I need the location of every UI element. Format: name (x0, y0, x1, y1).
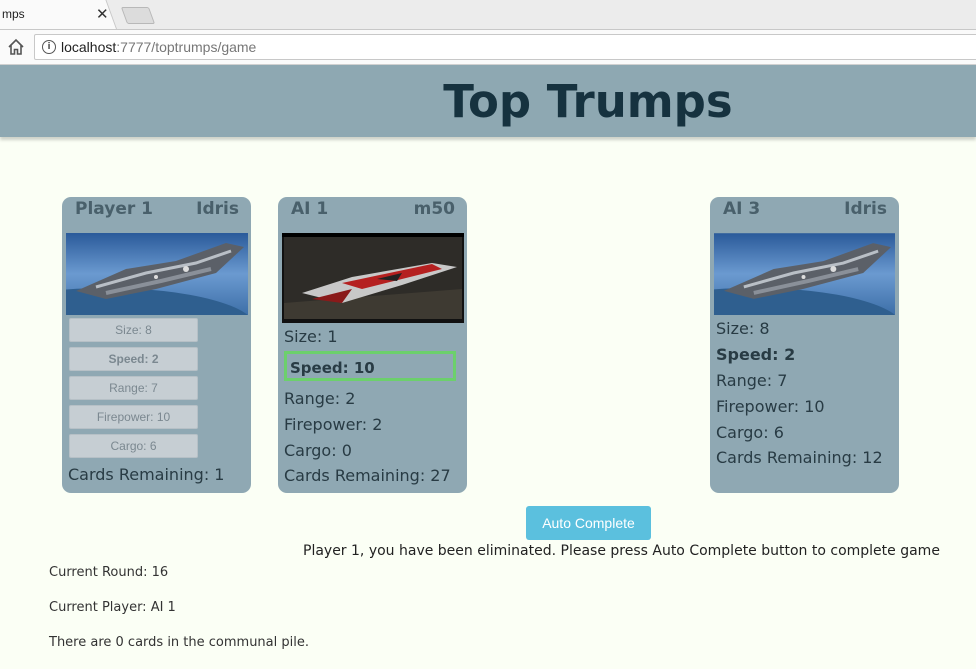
card-player-name: Player 1 (75, 199, 153, 219)
stat-range: Range: 2 (284, 389, 356, 408)
cards-remaining: Cards Remaining: 27 (284, 466, 451, 485)
card-ship-name: m50 (413, 199, 455, 219)
stat-firepower: Firepower: 10 (716, 397, 825, 416)
card-header: AI 1 m50 (291, 199, 455, 223)
stat-button-cargo[interactable]: Cargo: 6 (69, 434, 198, 458)
card-header: AI 3 Idris (723, 199, 887, 223)
player-card: Player 1 Idris Size: 8 Speed: 2 Range: 7… (62, 197, 251, 493)
stat-button-firepower[interactable]: Firepower: 10 (69, 405, 198, 429)
url-text: localhost:7777/toptrumps/game (61, 39, 256, 55)
browser-tab-bar: mps ✕ (0, 0, 976, 30)
card-player-name: AI 1 (291, 199, 329, 219)
ship-image-idris (714, 233, 895, 315)
card-player-name: AI 3 (723, 199, 761, 219)
ai-card: AI 3 Idris Size: 8 Speed: 2 Range: 7 Fir… (710, 197, 899, 493)
ai-card: AI 1 m50 Size: 1 Speed: 10 Range: 2 Fire… (278, 197, 467, 493)
card-ship-name: Idris (844, 199, 887, 219)
stat-size: Size: 8 (716, 319, 770, 338)
stat-button-speed[interactable]: Speed: 2 (69, 347, 198, 371)
stat-cargo: Cargo: 6 (716, 423, 784, 442)
card-header: Player 1 Idris (75, 199, 239, 223)
current-player: Current Player: AI 1 (49, 600, 176, 615)
home-icon[interactable] (6, 37, 26, 57)
address-bar[interactable]: i localhost:7777/toptrumps/game (34, 34, 976, 60)
auto-complete-button[interactable]: Auto Complete (526, 506, 651, 540)
close-tab-icon[interactable]: ✕ (96, 5, 109, 23)
stat-speed: Speed: 2 (716, 345, 796, 364)
stat-speed: Speed: 10 (290, 359, 375, 377)
cards-remaining: Cards Remaining: 12 (716, 448, 883, 467)
info-icon[interactable]: i (42, 40, 56, 54)
stat-cargo: Cargo: 0 (284, 441, 352, 460)
page-title: Top Trumps (443, 75, 733, 128)
ship-image-m50 (282, 233, 464, 323)
stat-firepower: Firepower: 2 (284, 415, 383, 434)
selected-stat-speed: Speed: 10 (284, 351, 456, 381)
url-host: localhost (61, 39, 117, 55)
communal-pile: There are 0 cards in the communal pile. (49, 635, 309, 650)
current-round: Current Round: 16 (49, 565, 169, 580)
elimination-message: Player 1, you have been eliminated. Plea… (303, 543, 940, 559)
browser-toolbar: i localhost:7777/toptrumps/game (0, 30, 976, 65)
cards-remaining: Cards Remaining: 1 (68, 465, 225, 484)
url-path: :7777/toptrumps/game (116, 39, 257, 55)
stat-size: Size: 1 (284, 327, 338, 346)
new-tab-button[interactable] (120, 7, 156, 24)
stat-button-range[interactable]: Range: 7 (69, 376, 198, 400)
page-header: Top Trumps (0, 65, 976, 137)
card-ship-name: Idris (196, 199, 239, 219)
ship-image-idris (66, 233, 248, 315)
stat-button-size[interactable]: Size: 8 (69, 318, 198, 342)
stat-range: Range: 7 (716, 371, 788, 390)
tab-title: mps (2, 7, 25, 21)
